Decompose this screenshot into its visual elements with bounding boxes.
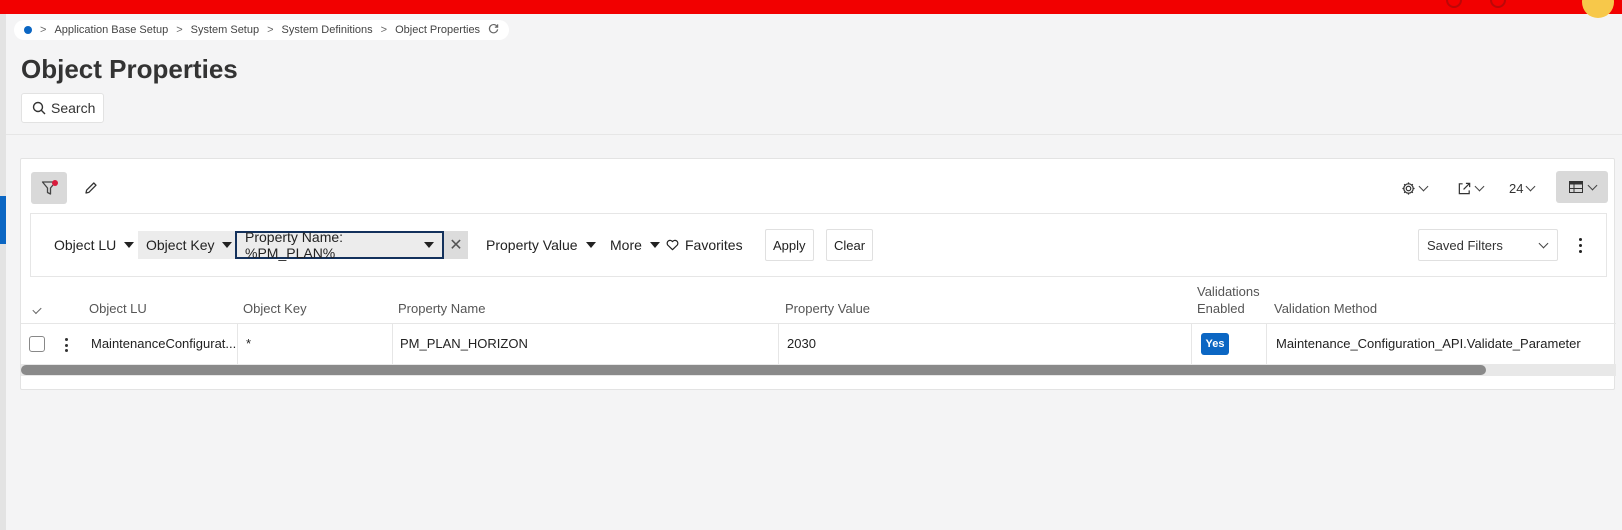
pencil-icon (85, 182, 97, 194)
heart-icon (666, 239, 679, 251)
close-icon: ✕ (449, 237, 463, 254)
settings-menu-button[interactable] (1401, 172, 1429, 204)
cell-object-key[interactable]: * (246, 336, 251, 351)
clear-button[interactable]: Clear (826, 229, 874, 261)
filter-object-key-label: Object Key (146, 237, 215, 253)
bell-icon[interactable] (1446, 0, 1462, 8)
breadcrumb: > Application Base Setup > System Setup … (14, 20, 510, 40)
chevron-down-icon (1587, 180, 1597, 190)
column-header-property-value[interactable]: Property Value (785, 300, 870, 317)
breadcrumb-separator: > (380, 24, 388, 36)
cell-divider (1266, 324, 1267, 364)
filter-property-name[interactable]: Property Name: %PM_PLAN% (235, 229, 444, 261)
search-icon (32, 101, 46, 115)
left-rail (0, 14, 6, 530)
results-card: 24 Object LU Object Key Property Name: %… (20, 158, 1616, 390)
horizontal-scrollbar[interactable] (21, 364, 1616, 376)
breadcrumb-item-object-properties: Object Properties (395, 24, 481, 36)
scrollbar-thumb[interactable] (21, 365, 1486, 375)
export-menu-button[interactable] (1457, 172, 1485, 204)
filter-toggle-button[interactable] (31, 172, 67, 204)
cell-divider (1191, 324, 1192, 364)
column-header-validation-method[interactable]: Validation Method (1274, 300, 1377, 317)
cell-divider (778, 324, 779, 364)
left-rail-handle[interactable] (0, 196, 6, 244)
saved-filters-select[interactable]: Saved Filters (1418, 229, 1558, 261)
filter-object-key[interactable]: Object Key (138, 231, 241, 259)
avatar[interactable] (1582, 0, 1614, 18)
favorites-button[interactable]: Favorites (658, 231, 751, 259)
breadcrumb-item-system-setup[interactable]: System Setup (191, 24, 259, 36)
filter-bar: Object LU Object Key Property Name: %PM_… (30, 213, 1607, 277)
chevron-down-icon (1418, 181, 1429, 191)
chevron-down-icon (1526, 181, 1536, 191)
breadcrumb-item-system-definitions[interactable]: System Definitions (282, 24, 373, 36)
search-button-label: Search (51, 100, 96, 116)
favorites-label: Favorites (685, 237, 743, 253)
chevron-down-icon (1474, 181, 1485, 191)
filter-property-value[interactable]: Property Value (478, 231, 604, 259)
cell-property-name[interactable]: PM_PLAN_HORIZON (400, 336, 528, 351)
filter-property-name-label: Property Name: %PM_PLAN% (245, 229, 344, 261)
table-row[interactable]: MaintenanceConfigurat... * PM_PLAN_HORIZ… (21, 323, 1616, 364)
breadcrumb-item-application-base-setup[interactable]: Application Base Setup (54, 24, 168, 36)
caret-down-icon (424, 242, 434, 248)
notification-icon[interactable] (1490, 0, 1506, 8)
validations-enabled-badge: Yes (1201, 333, 1229, 355)
page-size-select[interactable]: 24 (1509, 172, 1536, 204)
view-mode-button[interactable] (1556, 171, 1608, 203)
column-header-validations-enabled-line1[interactable]: Validations (1197, 283, 1260, 300)
saved-filters-label: Saved Filters (1427, 237, 1503, 253)
apply-button[interactable]: Apply (765, 229, 814, 261)
column-header-property-name[interactable]: Property Name (398, 300, 485, 317)
breadcrumb-separator: > (176, 24, 183, 36)
breadcrumb-separator: > (40, 24, 47, 36)
column-header-validations-enabled-line2[interactable]: Enabled (1197, 300, 1245, 317)
select-all-checkmark-icon[interactable] (32, 304, 42, 315)
refresh-icon[interactable] (488, 23, 499, 37)
top-bar (0, 0, 1622, 18)
edit-button[interactable] (75, 172, 107, 204)
filter-object-lu[interactable]: Object LU (46, 231, 142, 259)
table-view-icon (1568, 181, 1583, 193)
filter-more-label: More (610, 237, 642, 253)
cell-validation-method[interactable]: Maintenance_Configuration_API.Validate_P… (1276, 336, 1581, 351)
home-icon[interactable] (24, 26, 32, 34)
caret-down-icon (585, 242, 596, 248)
row-checkbox[interactable] (29, 336, 45, 352)
search-button[interactable]: Search (21, 93, 105, 123)
more-options-icon[interactable] (1573, 233, 1587, 257)
page-title: Object Properties (21, 54, 238, 84)
chevron-down-icon (1538, 238, 1549, 248)
page-size-value: 24 (1509, 180, 1524, 196)
filter-object-lu-label: Object LU (54, 237, 117, 253)
row-menu-icon[interactable] (65, 338, 69, 352)
clear-property-name-filter-button[interactable]: ✕ (444, 231, 468, 259)
caret-down-icon (124, 242, 135, 248)
caret-down-icon (222, 242, 233, 248)
column-header-object-key[interactable]: Object Key (243, 300, 307, 317)
divider (6, 134, 1622, 135)
gear-icon (1402, 181, 1415, 195)
cell-divider (237, 324, 238, 364)
cell-divider (392, 324, 393, 364)
cell-object-lu[interactable]: MaintenanceConfigurat... (91, 336, 236, 351)
cell-property-value[interactable]: 2030 (787, 336, 816, 351)
column-header-object-lu[interactable]: Object LU (89, 300, 147, 317)
export-icon (1458, 182, 1471, 194)
breadcrumb-separator: > (267, 24, 274, 36)
filter-property-value-label: Property Value (486, 237, 578, 253)
active-filter-indicator (52, 180, 58, 186)
